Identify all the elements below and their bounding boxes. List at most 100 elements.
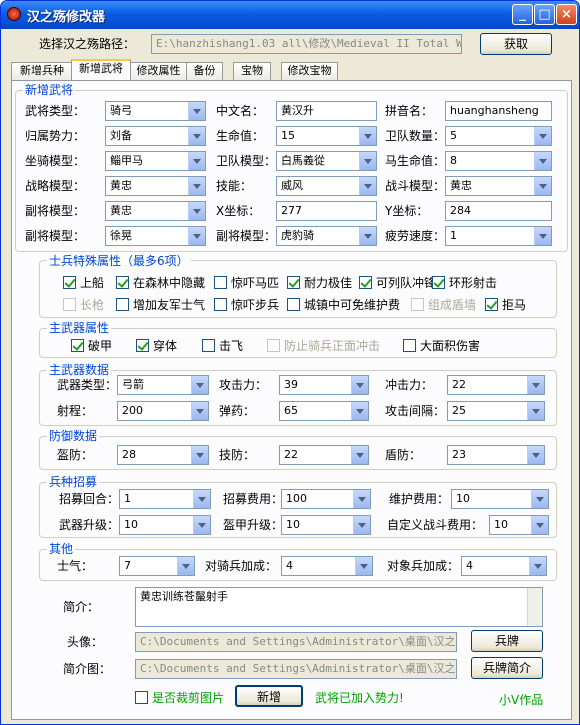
other-field-0-2-dropdown-arrow-icon[interactable] bbox=[529, 557, 546, 575]
intro-textarea[interactable]: 黄忠训练苍鬣射手 bbox=[135, 587, 543, 627]
soldier_attrs-checkbox-box-2[interactable] bbox=[214, 276, 227, 289]
general-field-3-2[interactable]: 黄忠 bbox=[445, 176, 552, 196]
general-field-2-1-dropdown-arrow-icon[interactable] bbox=[359, 152, 376, 170]
defense-field-0-2[interactable]: 23 bbox=[447, 445, 545, 465]
defense-field-0-1-dropdown-arrow-icon[interactable] bbox=[351, 446, 368, 464]
soldier_attrs-checkbox-box-1[interactable] bbox=[116, 276, 129, 289]
defense-field-0-2-dropdown-arrow-icon[interactable] bbox=[527, 446, 544, 464]
general-field-4-2[interactable]: 284 bbox=[445, 201, 552, 221]
soldier_attrs-checkbox-box-0[interactable] bbox=[63, 276, 76, 289]
add-button[interactable]: 新增 bbox=[235, 685, 303, 707]
crop-image-checkbox[interactable]: 是否裁剪图片 bbox=[135, 691, 224, 705]
general-field-5-0[interactable]: 徐晃 bbox=[105, 226, 206, 246]
weapon_data-field-1-2-dropdown-arrow-icon[interactable] bbox=[527, 402, 544, 420]
general-field-4-1[interactable]: 277 bbox=[276, 201, 377, 221]
defense-field-0-1[interactable]: 22 bbox=[279, 445, 369, 465]
weapon_attrs-checkbox-box-1[interactable] bbox=[136, 339, 149, 352]
recruit-field-1-0[interactable]: 10 bbox=[119, 515, 211, 535]
general-field-2-1[interactable]: 白馬義從 bbox=[276, 151, 377, 171]
general-field-3-0-dropdown-arrow-icon[interactable] bbox=[188, 177, 205, 195]
tab-new-general[interactable]: 新增武将 bbox=[71, 59, 131, 80]
general-field-4-0-dropdown-arrow-icon[interactable] bbox=[188, 202, 205, 220]
soldier_attrs-checkbox-3[interactable]: 耐力极佳 bbox=[287, 276, 352, 290]
general-field-5-2[interactable]: 1 bbox=[445, 226, 552, 246]
general-field-0-0[interactable]: 骑弓 bbox=[105, 101, 206, 121]
other-field-0-0-dropdown-arrow-icon[interactable] bbox=[177, 557, 194, 575]
soldier_attrs-checkbox-7[interactable]: 增加友军士气 bbox=[116, 298, 205, 312]
avatar-path-input[interactable]: C:\Documents and Settings\Administrator\… bbox=[135, 632, 457, 652]
general-field-3-0[interactable]: 黄忠 bbox=[105, 176, 206, 196]
soldier_attrs-checkbox-9[interactable]: 城镇中可免维护费 bbox=[287, 298, 400, 312]
soldier_attrs-checkbox-4[interactable]: 可列队冲锋 bbox=[359, 276, 436, 290]
soldier_attrs-checkbox-5[interactable]: 环形射击 bbox=[432, 276, 497, 290]
weapon_attrs-checkbox-box-2[interactable] bbox=[202, 339, 215, 352]
soldier_attrs-checkbox-8[interactable]: 惊吓步兵 bbox=[214, 298, 279, 312]
defense-field-0-0-dropdown-arrow-icon[interactable] bbox=[191, 446, 208, 464]
tab-modify-treasure[interactable]: 修改宝物 bbox=[281, 62, 338, 80]
general-field-3-1-dropdown-arrow-icon[interactable] bbox=[359, 177, 376, 195]
recruit-field-1-2[interactable]: 10 bbox=[489, 515, 549, 535]
intro-scrollbar[interactable] bbox=[527, 588, 542, 626]
other-field-0-1[interactable]: 4 bbox=[281, 556, 373, 576]
general-field-0-0-dropdown-arrow-icon[interactable] bbox=[188, 102, 205, 120]
general-field-0-2[interactable]: huanghansheng bbox=[445, 101, 552, 121]
recruit-field-1-2-dropdown-arrow-icon[interactable] bbox=[531, 516, 548, 534]
general-field-0-1[interactable]: 黄汉升 bbox=[276, 101, 377, 121]
soldier_attrs-checkbox-box-8[interactable] bbox=[214, 298, 227, 311]
soldier_attrs-checkbox-box-4[interactable] bbox=[359, 276, 372, 289]
weapon_attrs-checkbox-2[interactable]: 击飞 bbox=[202, 339, 243, 353]
close-button[interactable]: × bbox=[556, 4, 577, 25]
weapon_attrs-checkbox-1[interactable]: 穿体 bbox=[136, 339, 177, 353]
general-field-5-1-dropdown-arrow-icon[interactable] bbox=[359, 227, 376, 245]
general-field-1-1[interactable]: 15 bbox=[276, 126, 377, 146]
fetch-button[interactable]: 获取 bbox=[480, 33, 552, 55]
soldier_attrs-checkbox-1[interactable]: 在森林中隐藏 bbox=[116, 276, 205, 290]
weapon_data-field-0-0-dropdown-arrow-icon[interactable] bbox=[191, 376, 208, 394]
minimize-button[interactable]: _ bbox=[512, 4, 533, 25]
weapon_data-field-1-0-dropdown-arrow-icon[interactable] bbox=[191, 402, 208, 420]
general-field-2-2[interactable]: 8 bbox=[445, 151, 552, 171]
weapon_data-field-0-2[interactable]: 22 bbox=[447, 375, 545, 395]
tab-backup[interactable]: 备份 bbox=[186, 62, 223, 80]
tab-treasure[interactable]: 宝物 bbox=[233, 62, 271, 80]
general-field-4-0[interactable]: 黄忠 bbox=[105, 201, 206, 221]
recruit-field-1-1[interactable]: 10 bbox=[281, 515, 371, 535]
soldier_attrs-checkbox-2[interactable]: 惊吓马匹 bbox=[214, 276, 279, 290]
soldier_attrs-checkbox-box-11[interactable] bbox=[485, 298, 498, 311]
weapon_data-field-1-1-dropdown-arrow-icon[interactable] bbox=[351, 402, 368, 420]
general-field-1-2[interactable]: 5 bbox=[445, 126, 552, 146]
tab-new-unit[interactable]: 新增兵种 bbox=[11, 62, 73, 80]
general-field-2-0[interactable]: 鲻甲马 bbox=[105, 151, 206, 171]
weapon_attrs-checkbox-4[interactable]: 大面积伤害 bbox=[403, 339, 480, 353]
weapon_data-field-0-2-dropdown-arrow-icon[interactable] bbox=[527, 376, 544, 394]
recruit-field-1-1-dropdown-arrow-icon[interactable] bbox=[353, 516, 370, 534]
other-field-0-1-dropdown-arrow-icon[interactable] bbox=[355, 557, 372, 575]
soldier_attrs-checkbox-0[interactable]: 上船 bbox=[63, 276, 104, 290]
weapon_data-field-1-0[interactable]: 200 bbox=[117, 401, 209, 421]
weapon_attrs-checkbox-box-0[interactable] bbox=[71, 339, 84, 352]
recruit-field-0-1[interactable]: 100 bbox=[281, 489, 371, 509]
recruit-field-0-1-dropdown-arrow-icon[interactable] bbox=[353, 490, 370, 508]
general-field-1-0-dropdown-arrow-icon[interactable] bbox=[188, 127, 205, 145]
general-field-1-2-dropdown-arrow-icon[interactable] bbox=[534, 127, 551, 145]
token-intro-button[interactable]: 兵牌简介 bbox=[471, 657, 543, 679]
weapon_attrs-checkbox-0[interactable]: 破甲 bbox=[71, 339, 112, 353]
general-field-1-0[interactable]: 刘备 bbox=[105, 126, 206, 146]
token-button[interactable]: 兵牌 bbox=[471, 630, 543, 652]
soldier_attrs-checkbox-box-5[interactable] bbox=[432, 276, 445, 289]
crop-checkbox-box[interactable] bbox=[135, 691, 148, 704]
recruit-field-0-0-dropdown-arrow-icon[interactable] bbox=[193, 490, 210, 508]
recruit-field-0-2-dropdown-arrow-icon[interactable] bbox=[531, 490, 548, 508]
maximize-button[interactable]: □ bbox=[534, 4, 555, 25]
soldier_attrs-checkbox-box-7[interactable] bbox=[116, 298, 129, 311]
general-field-2-2-dropdown-arrow-icon[interactable] bbox=[534, 152, 551, 170]
defense-field-0-0[interactable]: 28 bbox=[117, 445, 209, 465]
recruit-field-1-0-dropdown-arrow-icon[interactable] bbox=[193, 516, 210, 534]
soldier_attrs-checkbox-11[interactable]: 拒马 bbox=[485, 298, 526, 312]
soldier_attrs-checkbox-box-9[interactable] bbox=[287, 298, 300, 311]
intro-image-path-input[interactable]: C:\Documents and Settings\Administrator\… bbox=[135, 659, 457, 679]
other-field-0-2[interactable]: 4 bbox=[461, 556, 547, 576]
general-field-2-0-dropdown-arrow-icon[interactable] bbox=[188, 152, 205, 170]
weapon_attrs-checkbox-box-4[interactable] bbox=[403, 339, 416, 352]
recruit-field-0-0[interactable]: 1 bbox=[119, 489, 211, 509]
